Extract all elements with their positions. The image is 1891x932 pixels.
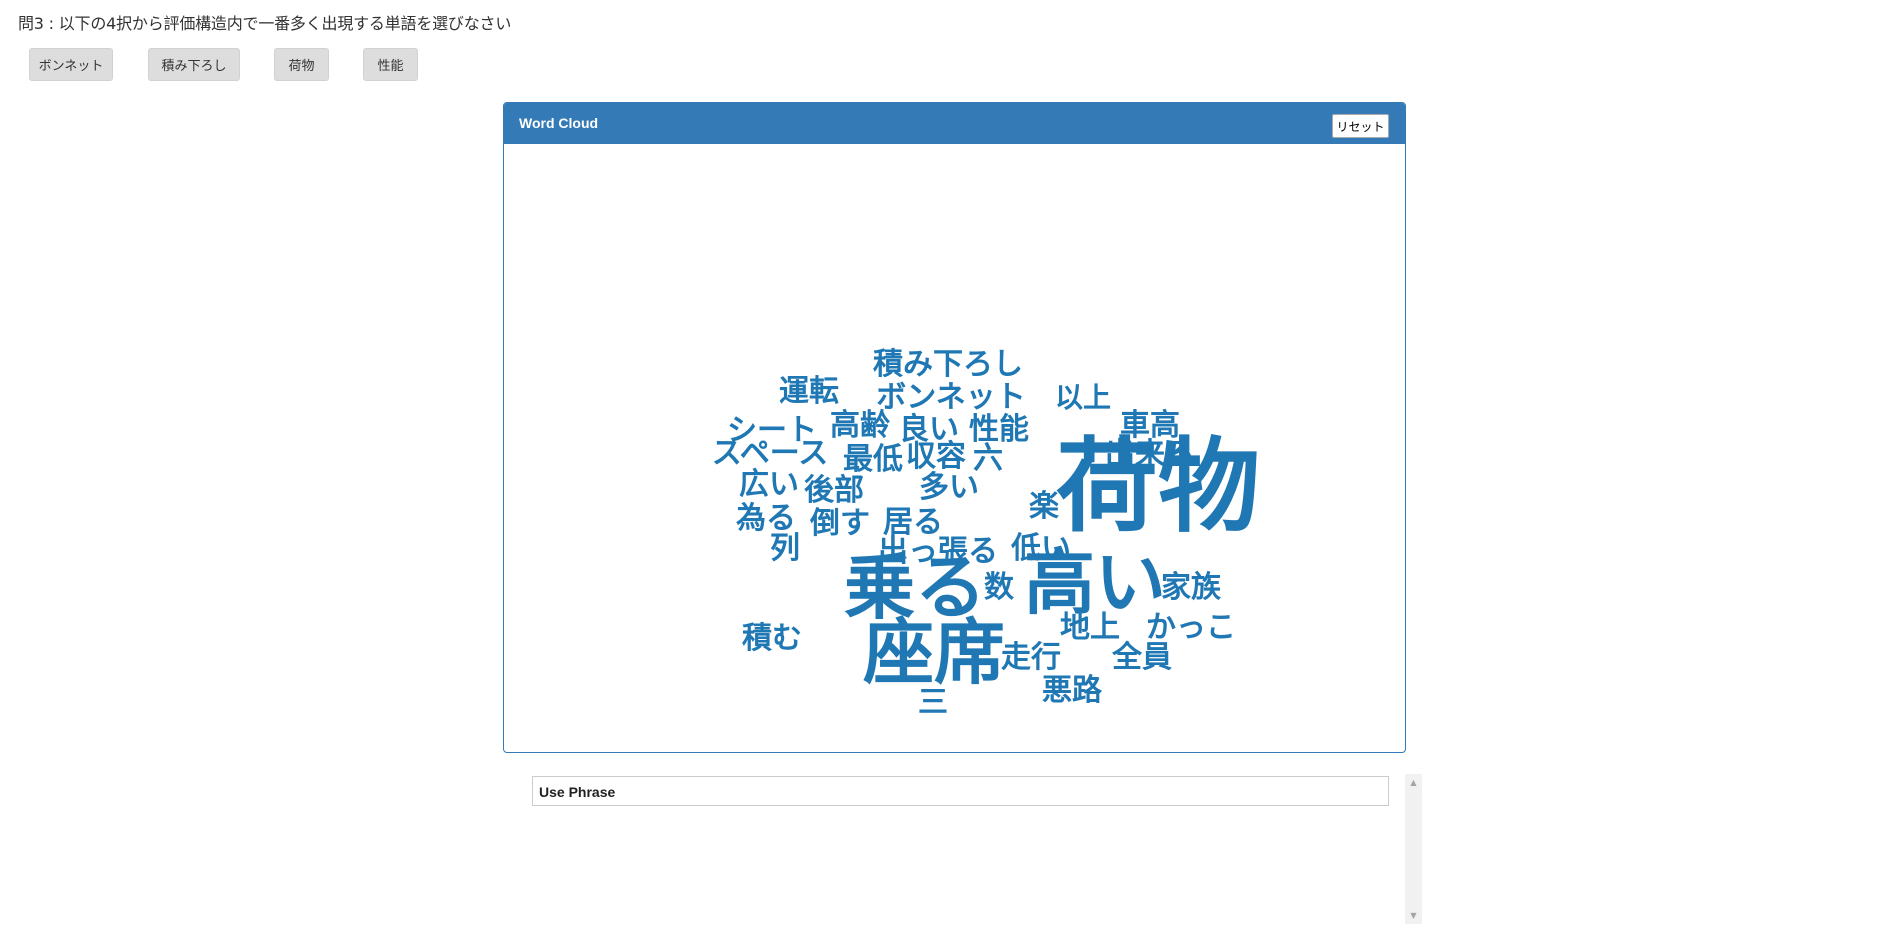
- word-cloud-word[interactable]: 地上: [1060, 610, 1120, 645]
- choice-button-performance[interactable]: 性能: [363, 48, 418, 81]
- word-cloud-word[interactable]: 高齢: [830, 408, 890, 443]
- word-cloud-word[interactable]: ボンネット: [876, 380, 1025, 415]
- panel-heading: Word Cloud リセット: [504, 103, 1405, 144]
- word-cloud-word[interactable]: 家族: [1161, 570, 1222, 605]
- word-cloud-word[interactable]: 低い: [1010, 531, 1071, 566]
- word-cloud-word[interactable]: 積み下ろし: [873, 347, 1023, 382]
- word-cloud-word[interactable]: 積む: [742, 621, 802, 656]
- scroll-up-arrow-icon[interactable]: ▲: [1405, 774, 1422, 791]
- word-cloud-word[interactable]: 走行: [1001, 640, 1061, 675]
- word-cloud-word[interactable]: スペース: [712, 436, 828, 471]
- word-cloud-word[interactable]: 出来る: [1105, 437, 1195, 472]
- word-cloud-word[interactable]: 以上: [1055, 381, 1111, 414]
- word-cloud-word[interactable]: 広い: [739, 467, 799, 502]
- word-cloud-word[interactable]: 楽: [1029, 489, 1059, 524]
- word-cloud-word[interactable]: 多い: [919, 470, 979, 505]
- word-cloud-word[interactable]: 悪路: [1042, 673, 1103, 708]
- word-cloud-word[interactable]: 最低: [843, 442, 903, 477]
- choice-button-luggage[interactable]: 荷物: [274, 48, 329, 81]
- word-cloud-word[interactable]: 全員: [1111, 640, 1172, 675]
- word-cloud-word[interactable]: 倒す: [809, 506, 870, 541]
- word-cloud-word[interactable]: 運転: [779, 374, 839, 409]
- question-text: 問3 : 以下の4択から評価構造内で一番多く出現する単語を選びなさい: [18, 14, 512, 33]
- word-cloud-word[interactable]: 出っ張る: [878, 534, 998, 569]
- reset-button[interactable]: リセット: [1332, 114, 1389, 138]
- word-cloud-word[interactable]: 数: [984, 570, 1015, 605]
- use-phrase-box: Use Phrase: [532, 776, 1389, 806]
- choice-button-loading[interactable]: 積み下ろし: [148, 48, 240, 81]
- word-cloud-area: 荷物 高い 乗る 座席 積み下ろし 運転 ボンネット 以上 シート 高齢 良い 性能 車高 スペース 最低収…: [504, 144, 1405, 752]
- word-cloud-word[interactable]: 後部: [804, 473, 864, 508]
- word-cloud-word[interactable]: 座席: [863, 611, 1005, 694]
- word-cloud: 荷物高い乗る座席積み下ろし運転 ボンネット 以上シート 高齢 良い 性能 車高スペース 最低収…: [712, 347, 1260, 720]
- scrollbar[interactable]: ▲ ▼: [1405, 774, 1422, 924]
- word-cloud-word[interactable]: 列: [770, 531, 800, 566]
- word-cloud-panel: Word Cloud リセット 荷物 高い 乗る 座席 積み下ろし 運転 ボンネット 以上 シー…: [503, 102, 1406, 753]
- scroll-down-arrow-icon[interactable]: ▼: [1405, 907, 1422, 924]
- word-cloud-word[interactable]: 三: [918, 685, 948, 720]
- word-cloud-word[interactable]: 収容: [906, 439, 966, 474]
- choice-button-bonnet[interactable]: ボンネット: [29, 48, 113, 81]
- panel-title: Word Cloud: [519, 115, 599, 131]
- use-phrase-label: Use Phrase: [539, 784, 616, 800]
